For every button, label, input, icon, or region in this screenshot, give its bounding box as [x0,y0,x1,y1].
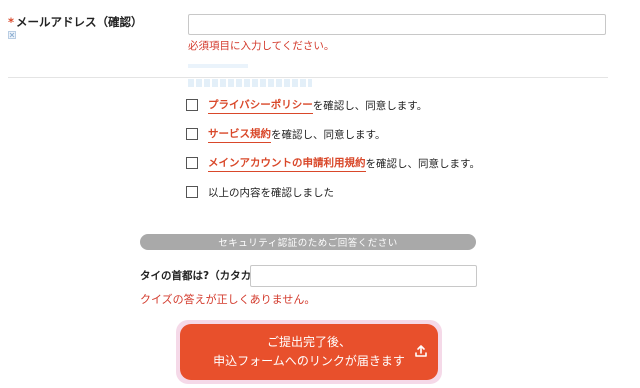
submit-button[interactable]: ご提出完了後、 申込フォームへのリンクが届きます [180,324,438,380]
email-confirm-label-text: メールアドレス（確認） [16,15,143,29]
email-confirm-input[interactable] [188,14,606,35]
main-account-terms-link[interactable]: メインアカウントの申請利用規約 [208,155,366,172]
agreement-service: サービス規約 を確認し、同意します。 [186,126,386,143]
privacy-policy-link[interactable]: プライバシーポリシー [208,97,313,114]
submit-label-line1: ご提出完了後、 [266,335,351,349]
section-divider [8,77,608,78]
agreement-confirm-all: 以上の内容を確認しました [186,184,334,200]
main-account-terms-checkbox[interactable] [186,157,198,169]
faded-artifact [188,79,312,87]
agreement-text: を確認し、同意します。 [365,157,480,170]
required-mark: * [8,15,15,29]
confirm-all-checkbox[interactable] [186,186,198,198]
service-terms-checkbox[interactable] [186,128,198,140]
service-terms-link[interactable]: サービス規約 [208,126,271,143]
privacy-checkbox[interactable] [186,99,198,111]
quiz-answer-input[interactable] [250,265,477,287]
security-banner: セキュリティ認証のためご回答ください [140,234,476,250]
agreement-text: を確認し、同意します。 [271,128,386,141]
agreement-text: を確認し、同意します。 [312,99,428,112]
submit-label-line2: 申込フォームへのリンクが届きます [213,354,405,368]
agreement-main-account: メインアカウントの申請利用規約 を確認し、同意します。 [186,155,480,172]
agreement-privacy: プライバシーポリシー を確認し、同意します。 [186,97,428,114]
broken-image-icon [8,31,16,39]
faded-artifact [188,64,248,68]
email-confirm-error: 必須項目に入力してください。 [188,40,335,52]
email-confirm-label: * メールアドレス（確認） [8,14,143,30]
quiz-error: クイズの答えが正しくありません。 [140,293,316,306]
agreement-text: 以上の内容を確認しました [208,186,334,199]
upload-icon [415,345,427,357]
